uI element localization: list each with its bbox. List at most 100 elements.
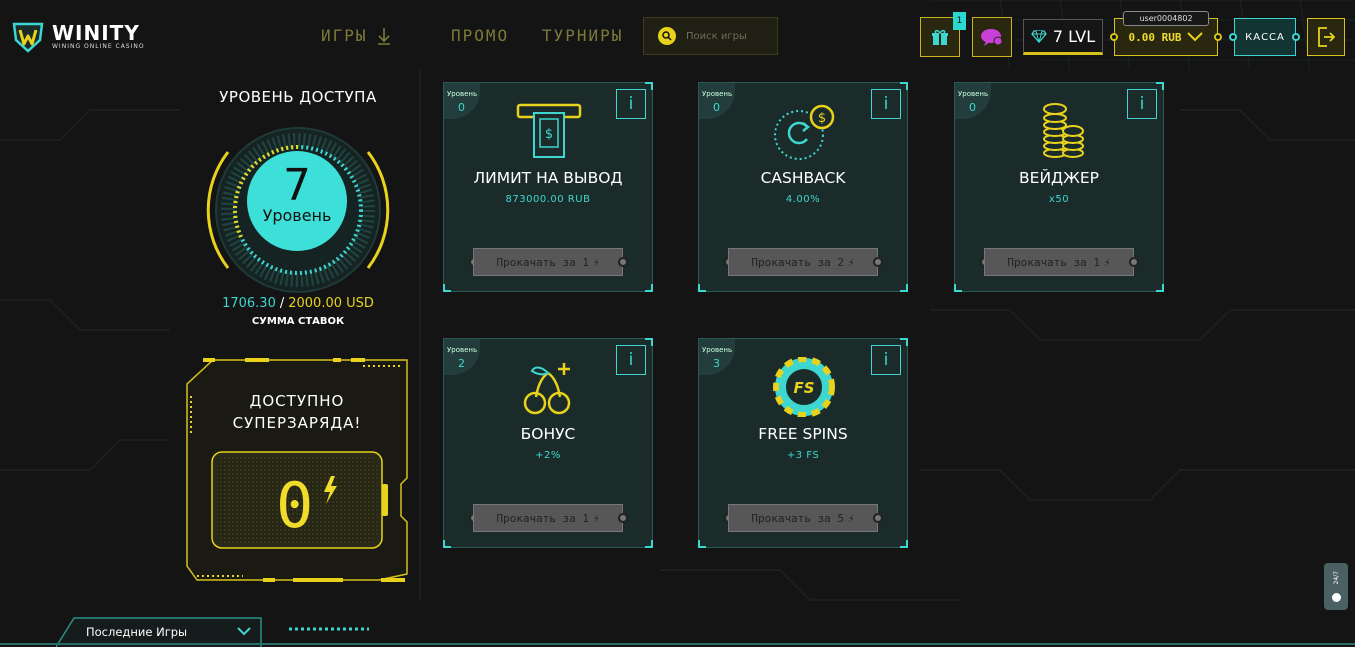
logo[interactable]: WINITY WINING ONLINE CASINO	[10, 20, 145, 54]
info-icon[interactable]: i	[616, 345, 646, 375]
search-icon[interactable]	[658, 27, 676, 45]
stakes-progress: 1706.30/2000.00 USD	[198, 296, 398, 311]
card-title: ВЕЙДЖЕР	[1019, 169, 1099, 187]
coin-stack-icon	[1043, 103, 1084, 158]
upgrade-button[interactable]: Прокачать за 2 ⚡	[728, 248, 878, 276]
card-value: x50	[1048, 194, 1070, 205]
card-level-value: 0	[713, 101, 720, 114]
cashier-button[interactable]: КАССА	[1234, 18, 1296, 56]
upgrade-button[interactable]: Прокачать за 1 ⚡	[984, 248, 1134, 276]
card-level-value: 0	[458, 101, 465, 114]
corner-accent	[900, 540, 908, 548]
connector-dot	[618, 513, 628, 523]
nav-promo[interactable]: ПРОМО	[451, 26, 509, 45]
top-header: WINITY WINING ONLINE CASINO ИГРЫ ПРОМО Т…	[0, 0, 1355, 76]
level-indicator[interactable]: 7 LVL	[1023, 19, 1103, 55]
stakes-separator: /	[279, 296, 285, 311]
gift-icon	[932, 29, 948, 45]
card-level-badge: Уровень 3	[699, 339, 735, 375]
lightning-icon: ⚡	[593, 255, 600, 269]
upgrade-button[interactable]: Прокачать за 5 ⚡	[728, 504, 878, 532]
decorative-dots	[289, 627, 369, 631]
card-level-label: Уровень	[702, 346, 733, 354]
atm-cash-icon: $	[516, 103, 582, 158]
corner-accent	[645, 82, 653, 90]
connector-dot	[873, 257, 883, 267]
card-level-label: Уровень	[447, 346, 478, 354]
stakes-label: СУММА СТАВОК	[251, 316, 345, 327]
upgrade-button[interactable]: Прокачать за 1 ⚡	[473, 248, 623, 276]
balance-value: 0.00 RUB	[1128, 30, 1182, 44]
corner-accent	[645, 540, 653, 548]
card-level-label: Уровень	[447, 90, 478, 98]
corner-accent	[645, 338, 653, 346]
connector-dot	[1229, 33, 1237, 41]
support-label: 24/7	[1332, 571, 1340, 585]
search-box[interactable]	[643, 17, 778, 55]
card-value: 4.00%	[785, 194, 821, 205]
support-chat-button[interactable]: 24/7	[1324, 563, 1348, 610]
lightning-icon: ⚡	[593, 511, 600, 525]
info-icon[interactable]: i	[616, 89, 646, 119]
card-withdraw-limit: Уровень 0 i $ ЛИМИТ НА ВЫВОД 873000.00 RU…	[443, 82, 653, 292]
card-cashback: Уровень 0 i $ CASHBACK 4.00% Прокачать за…	[698, 82, 908, 292]
level-word: Уровень	[262, 206, 332, 225]
card-wager: Уровень 0 i ВЕЙДЖЕР x50 Прокачать за 1 ⚡	[954, 82, 1164, 292]
corner-accent	[954, 284, 962, 292]
chat-icon	[1331, 592, 1341, 602]
diamond-icon	[1031, 29, 1047, 43]
info-icon[interactable]: i	[871, 345, 901, 375]
level-number: 7	[283, 160, 311, 211]
brand-name: WINITY	[52, 21, 140, 45]
lightning-icon: ⚡	[848, 255, 855, 269]
winity-logo-icon	[12, 22, 44, 53]
chevron-down-icon[interactable]	[229, 620, 259, 642]
card-level-badge: Уровень 2	[444, 339, 480, 375]
search-input[interactable]	[686, 30, 776, 42]
info-icon[interactable]: i	[871, 89, 901, 119]
card-value: 873000.00 RUB	[505, 194, 591, 205]
card-value: +3 FS	[786, 450, 820, 461]
card-level-value: 2	[458, 357, 465, 370]
gift-count-badge: 1	[953, 12, 966, 30]
logout-icon	[1318, 27, 1335, 47]
connector-dot	[1129, 257, 1139, 267]
card-title: ЛИМИТ НА ВЫВОД	[473, 169, 623, 187]
upgrade-button[interactable]: Прокачать за 1 ⚡	[473, 504, 623, 532]
cashback-coin-icon: $	[774, 104, 835, 160]
nav-tournaments[interactable]: ТУРНИРЫ	[542, 26, 623, 45]
arrow-down-icon	[377, 27, 390, 45]
supercharge-title-line2: СУПЕРЗАРЯДА!	[232, 414, 362, 432]
cherry-icon	[523, 363, 571, 415]
chat-button[interactable]	[972, 17, 1012, 57]
corner-accent	[900, 82, 908, 90]
corner-accent	[645, 284, 653, 292]
nav-games[interactable]: ИГРЫ	[321, 26, 392, 45]
lightning-icon: ⚡	[1104, 255, 1111, 269]
card-level-badge: Уровень 0	[444, 83, 480, 119]
svg-text:FS: FS	[793, 379, 814, 397]
upgrade-label: Прокачать за 1	[1007, 255, 1101, 269]
info-icon[interactable]: i	[1127, 89, 1157, 119]
recent-games-label[interactable]: Последние Игры	[86, 625, 187, 639]
svg-text:$: $	[818, 111, 826, 126]
upgrade-label: Прокачать за 1	[496, 511, 590, 525]
card-level-badge: Уровень 0	[699, 83, 735, 119]
card-level-value: 3	[713, 357, 720, 370]
svg-text:$: $	[545, 127, 553, 142]
chevron-down-icon	[1187, 32, 1204, 42]
corner-accent	[1156, 82, 1164, 90]
nav-games-label: ИГРЫ	[321, 26, 368, 45]
fs-chip-icon: FS	[773, 357, 835, 417]
supercharge-title-line1: ДОСТУПНО	[249, 392, 345, 410]
username-label: user0004802	[1123, 11, 1209, 26]
connector-dot	[1214, 33, 1222, 41]
card-title: БОНУС	[520, 425, 576, 443]
logout-button[interactable]	[1307, 18, 1345, 56]
corner-accent	[443, 540, 451, 548]
card-level-label: Уровень	[958, 90, 989, 98]
upgrade-label: Прокачать за 1	[496, 255, 590, 269]
supercharge-title: ДОСТУПНО СУПЕРЗАРЯДА!	[195, 390, 399, 434]
upgrade-label: Прокачать за 5	[751, 511, 845, 525]
card-title: FREE SPINS	[758, 425, 848, 443]
